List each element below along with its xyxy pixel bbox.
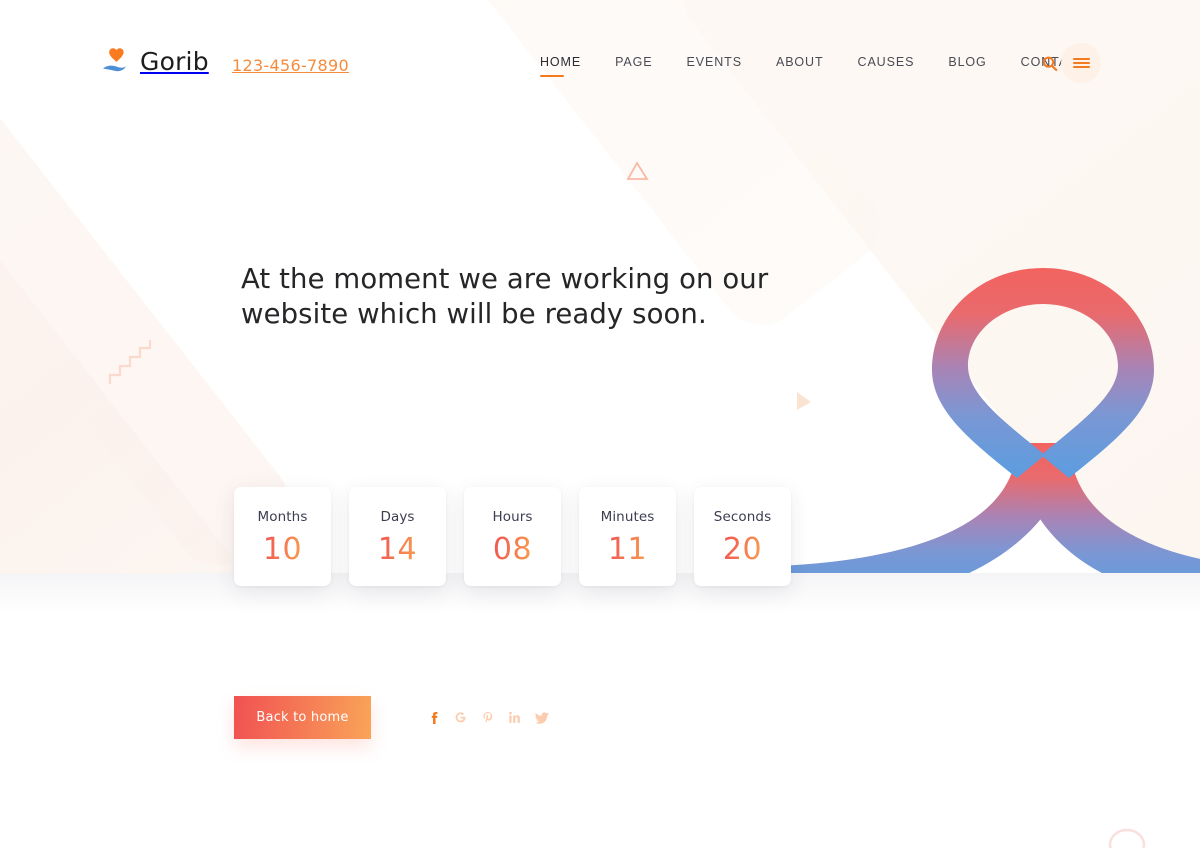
countdown-label: Months [257, 509, 308, 525]
nav-item-causes[interactable]: CAUSES [841, 55, 932, 69]
page-root: Gorib 123-456-7890 HOME PAGE EVENTS ABOU… [0, 0, 1200, 848]
countdown-label: Days [380, 509, 415, 525]
logo-label: Gorib [140, 46, 209, 76]
phone-number[interactable]: 123-456-7890 [232, 56, 349, 75]
site-header: Gorib 123-456-7890 HOME PAGE EVENTS ABOU… [0, 0, 1200, 120]
nav-item-page[interactable]: PAGE [598, 55, 669, 69]
action-row: Back to home [234, 696, 555, 739]
search-icon[interactable] [1040, 54, 1060, 74]
decor-bottom-ribbon-icon [1108, 828, 1146, 848]
decor-stairs-icon [108, 340, 152, 384]
google-glyph [455, 712, 466, 723]
linkedin-icon[interactable] [501, 707, 528, 729]
pinterest-glyph [482, 711, 492, 723]
pinterest-icon[interactable] [474, 707, 501, 729]
countdown-value: 11 [607, 532, 648, 567]
countdown-card-days: Days 14 [349, 487, 446, 586]
decor-triangle-icon-1 [626, 161, 649, 180]
twitter-icon[interactable] [528, 707, 555, 729]
site-logo[interactable]: Gorib [100, 44, 209, 78]
nav-item-home[interactable]: HOME [540, 55, 598, 77]
google-icon[interactable] [447, 707, 474, 729]
countdown-value: 10 [262, 532, 303, 567]
nav-item-events[interactable]: EVENTS [670, 55, 759, 69]
facebook-glyph [431, 711, 438, 724]
linkedin-glyph [509, 711, 520, 723]
countdown-card-minutes: Minutes 11 [579, 487, 676, 586]
nav-item-blog[interactable]: BLOG [931, 55, 1003, 69]
main-navigation: HOME PAGE EVENTS ABOUT CAUSES BLOG CONTA… [540, 55, 1103, 77]
facebook-icon[interactable] [420, 707, 447, 729]
page-headline: At the moment we are working on our webs… [241, 263, 769, 331]
countdown-label: Seconds [713, 509, 772, 525]
countdown-value: 14 [377, 532, 418, 567]
social-links [420, 707, 555, 729]
heart-hand-icon [103, 48, 126, 72]
countdown-card-hours: Hours 08 [464, 487, 561, 586]
countdown-value: 20 [722, 532, 763, 567]
countdown-label: Hours [492, 509, 533, 525]
countdown-value: 08 [492, 532, 533, 567]
countdown-timer: Months 10 Days 14 Hours 08 Minutes 11 Se… [234, 487, 791, 586]
hamburger-menu-icon[interactable] [1061, 43, 1101, 83]
countdown-card-seconds: Seconds 20 [694, 487, 791, 586]
awareness-ribbon-graphic [770, 248, 1200, 573]
lower-section [0, 573, 1200, 848]
back-to-home-button[interactable]: Back to home [234, 696, 371, 739]
countdown-label: Minutes [600, 509, 655, 525]
twitter-glyph [534, 711, 549, 724]
nav-item-about[interactable]: ABOUT [759, 55, 841, 69]
countdown-card-months: Months 10 [234, 487, 331, 586]
